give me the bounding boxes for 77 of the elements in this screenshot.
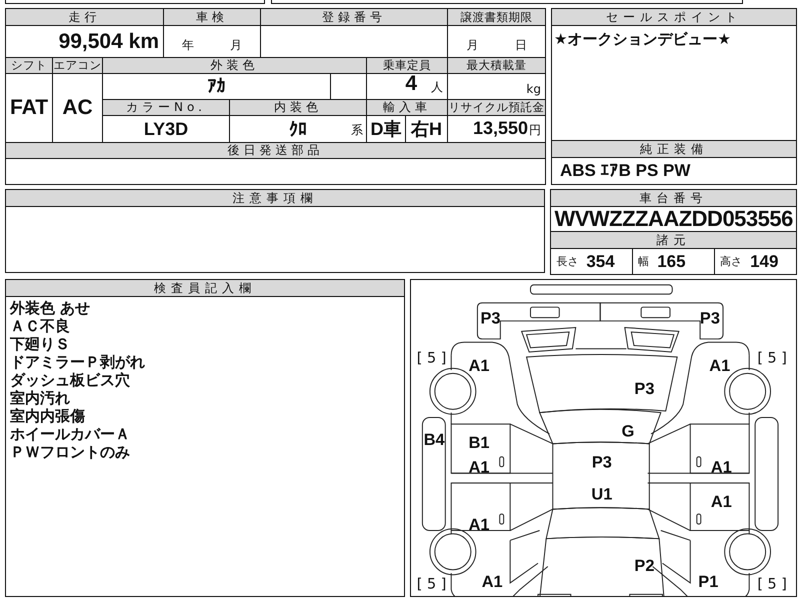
inspector-note: 外装色 あせ	[10, 299, 92, 317]
field-label: 輸入車	[367, 100, 447, 115]
inspector-note: 室内内張傷	[10, 407, 86, 425]
field-label: エアコン	[53, 58, 102, 73]
spec-label: 長さ	[556, 254, 578, 269]
dealer-value: D車	[370, 118, 402, 141]
shift-value: FAT	[10, 96, 48, 120]
field-label: カラーNo.	[103, 100, 229, 115]
capacity-unit: 人	[431, 79, 443, 96]
field-label: 走行	[6, 9, 163, 25]
section-header: 注意事項欄	[6, 190, 544, 207]
damage-code: A1	[710, 493, 732, 511]
field-label: 車検	[164, 9, 260, 25]
section-header: 諸元	[551, 231, 796, 249]
damage-code: G	[622, 422, 634, 441]
interior-color-value: ｸﾛ	[289, 118, 307, 140]
field-label: シフト	[6, 58, 52, 73]
damage-code: A1	[710, 458, 732, 477]
section-header: 純正装備	[552, 140, 796, 158]
spec-label: 幅	[638, 254, 650, 269]
field-label: 内装色	[230, 100, 366, 115]
currency-unit: 円	[529, 122, 541, 139]
damage-code: P3	[592, 454, 612, 472]
spec-value: 354	[586, 252, 615, 272]
damage-code: P3	[700, 310, 720, 328]
section-header: 検査員記入欄	[6, 280, 404, 297]
field-label: 譲渡書類期限	[448, 9, 545, 25]
field-label: 外装色	[103, 58, 366, 73]
damage-code: A1	[709, 357, 730, 376]
day-unit: 日	[514, 37, 527, 54]
damage-code: P3	[480, 310, 501, 328]
color-suffix: 系	[351, 122, 363, 139]
inspector-note: ＡＣ不良	[10, 317, 71, 335]
equipment-value: ABS ｴｱB PS PW	[559, 160, 692, 182]
color-number-value: LY3D	[144, 118, 188, 140]
field-label: 乗車定員	[367, 58, 447, 73]
section-header: 車台番号	[551, 190, 796, 207]
steering-value: 右H	[411, 118, 442, 141]
tread-depth: [ 5 ]	[757, 350, 787, 367]
damage-code: P3	[634, 380, 654, 398]
damage-code: P2	[634, 556, 654, 575]
inspector-note: 室内汚れ	[10, 389, 71, 407]
damage-code: U1	[591, 485, 612, 504]
field-label: 後日発送部品	[6, 143, 545, 158]
section-header: セールスポイント	[552, 9, 796, 26]
damage-code: A1	[482, 573, 503, 592]
load-unit: kg	[526, 82, 541, 96]
sales-point-text: ★オークションデビュー★	[553, 29, 732, 50]
damage-code: B4	[424, 430, 445, 449]
mileage-value: 99,504 km	[58, 30, 159, 54]
damage-code: A1	[468, 458, 490, 477]
tread-depth: [ 5 ]	[416, 576, 446, 592]
field-label: 最大積載量	[448, 58, 545, 73]
tread-depth: [ 5 ]	[757, 576, 787, 592]
spec-label: 高さ	[720, 254, 742, 269]
recycle-fee-value: 13,550	[472, 118, 528, 139]
aircon-value: AC	[62, 96, 93, 120]
inspector-note: 下廻りＳ	[10, 335, 71, 353]
month-unit: 月	[230, 37, 242, 54]
spec-value: 165	[657, 252, 686, 272]
field-label: 登録番号	[261, 9, 447, 25]
damage-code: B1	[468, 434, 490, 452]
capacity-value: 4	[405, 72, 417, 96]
field-label: リサイクル預託金	[448, 100, 545, 115]
exterior-color-value: ｱｶ	[208, 76, 226, 97]
inspector-note: ドアミラーＰ剥がれ	[10, 353, 146, 371]
month-unit: 月	[466, 37, 478, 54]
inspector-note: ホイールカバーＡ	[10, 425, 131, 443]
inspector-note: ＰＷフロントのみ	[10, 443, 131, 461]
spec-value: 149	[750, 252, 778, 272]
year-unit: 年	[182, 37, 194, 54]
damage-code: P1	[698, 573, 718, 592]
tread-depth: [ 5 ]	[416, 350, 446, 367]
damage-code: A1	[468, 357, 490, 376]
chassis-number: WVWZZZAAZDD053556	[553, 207, 794, 231]
damage-code: A1	[468, 516, 490, 534]
inspector-note: ダッシュ板ビス穴	[10, 371, 131, 389]
